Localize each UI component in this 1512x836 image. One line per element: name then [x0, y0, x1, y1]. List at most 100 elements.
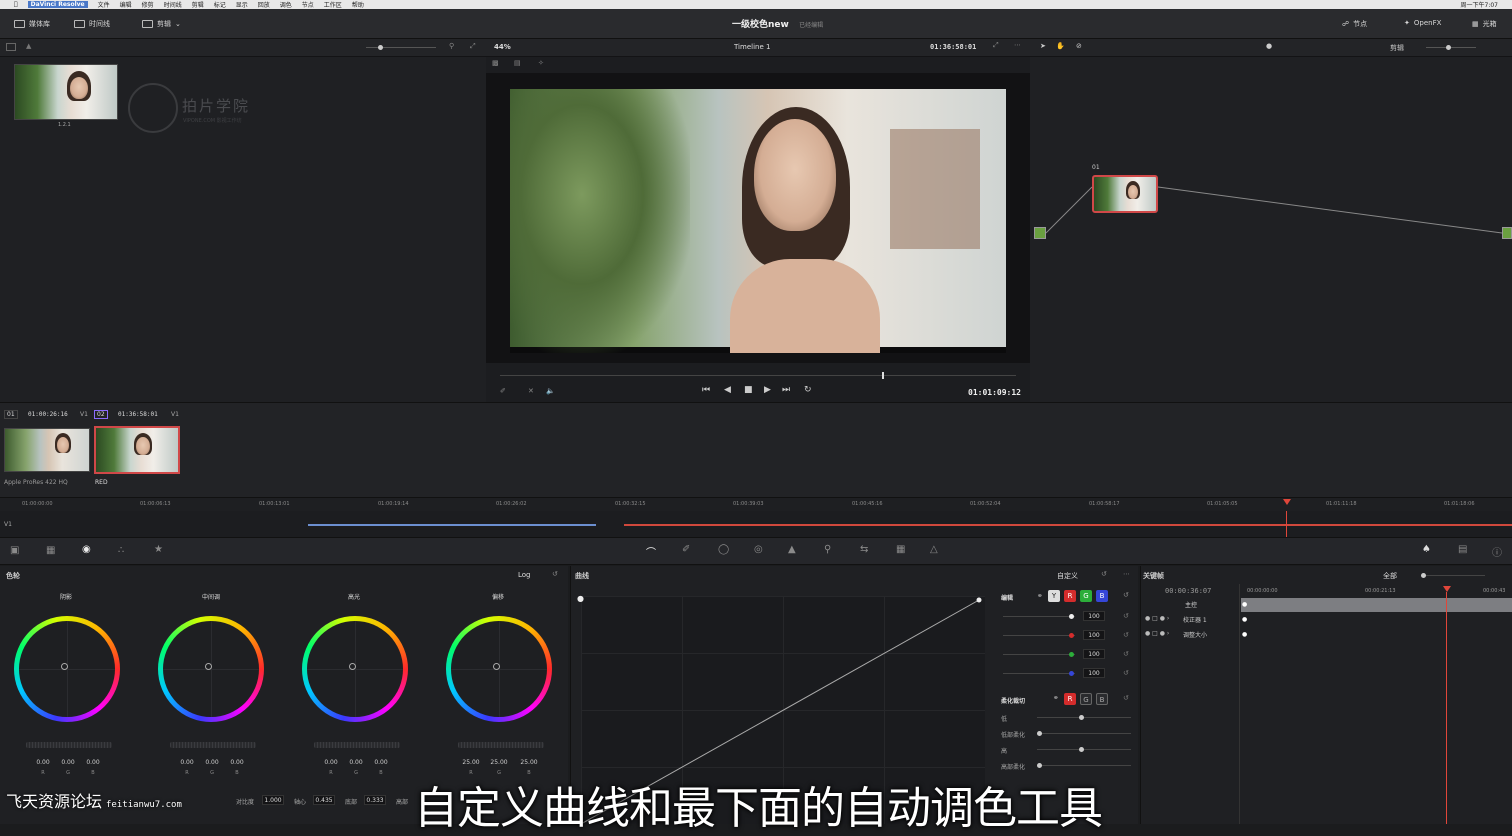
- soft-reset-icon[interactable]: ↺: [1123, 694, 1129, 702]
- thumb-size-slider[interactable]: [366, 45, 436, 50]
- sizing-icon[interactable]: ⇆: [860, 544, 868, 555]
- soft-r-button[interactable]: R: [1064, 693, 1076, 705]
- info-icon[interactable]: ⓘ: [1492, 544, 1502, 559]
- keyframe-dot[interactable]: ●: [1242, 616, 1247, 623]
- menu-mark[interactable]: 标记: [214, 0, 226, 9]
- split-icon[interactable]: ▤: [514, 59, 530, 69]
- more-icon[interactable]: ⋯: [1014, 41, 1021, 49]
- bypass-icon[interactable]: ⊘: [1076, 42, 1082, 50]
- midtones-wheel[interactable]: [158, 616, 264, 722]
- reset-g-icon[interactable]: ↺: [1123, 650, 1129, 658]
- node-mode[interactable]: 剪辑: [1390, 43, 1404, 53]
- output-node[interactable]: [1502, 227, 1512, 239]
- master-keyframe-track[interactable]: [1241, 598, 1512, 612]
- offset-wheel[interactable]: [446, 616, 552, 722]
- track-sizing-icons[interactable]: ● □ ● ›: [1145, 630, 1169, 637]
- menu-timeline[interactable]: 时间线: [164, 0, 182, 9]
- channel-y-button[interactable]: Y: [1048, 590, 1060, 602]
- menu-playback[interactable]: 回放: [258, 0, 270, 9]
- offset-r[interactable]: 25.00: [458, 759, 484, 766]
- curve-start-point[interactable]: ●: [577, 594, 584, 603]
- rgb-mixer-icon[interactable]: ∴: [118, 545, 124, 556]
- magic-wand-icon[interactable]: ✧: [538, 59, 544, 67]
- keyframe-dot[interactable]: ●: [1242, 601, 1247, 608]
- intensity-y-slider[interactable]: [1003, 614, 1075, 619]
- cross-icon[interactable]: ✕: [528, 387, 534, 395]
- keyframe-zoom-slider[interactable]: [1421, 573, 1485, 578]
- camera-raw-icon[interactable]: ▣: [10, 545, 19, 556]
- curves-reset-icon[interactable]: ↺: [1101, 570, 1107, 578]
- hand-icon[interactable]: ✋: [1056, 42, 1065, 50]
- channel-r-button[interactable]: R: [1064, 590, 1076, 602]
- curves-more-icon[interactable]: ⋯: [1123, 570, 1130, 578]
- soft-high-soft-slider[interactable]: [1037, 763, 1131, 768]
- offset-g[interactable]: 25.00: [486, 759, 512, 766]
- reset-r-icon[interactable]: ↺: [1123, 631, 1129, 639]
- corrector-node[interactable]: [1092, 175, 1158, 213]
- qualifier-icon[interactable]: ✐: [682, 544, 690, 555]
- edit-reset-icon[interactable]: ↺: [1123, 591, 1129, 599]
- play-icon[interactable]: ▶: [764, 385, 771, 395]
- intensity-b-field[interactable]: 100: [1083, 668, 1105, 678]
- link-icon[interactable]: ⚭: [1037, 592, 1043, 600]
- wipe-icon[interactable]: ▩: [492, 59, 508, 69]
- menu-help[interactable]: 帮助: [352, 0, 364, 9]
- apple-icon[interactable]: : [14, 1, 18, 8]
- gallery-view-icon[interactable]: [6, 43, 16, 51]
- app-menu[interactable]: DaVinci Resolve: [27, 1, 88, 8]
- menu-file[interactable]: 文件: [98, 0, 110, 9]
- intensity-b-slider[interactable]: [1003, 671, 1075, 676]
- speaker-icon[interactable]: 🔈: [546, 387, 555, 395]
- first-frame-icon[interactable]: ⏮: [702, 385, 710, 395]
- curves-mode-select[interactable]: 自定义: [1057, 571, 1078, 581]
- wheels-mode-select[interactable]: Log: [518, 571, 531, 579]
- nodes-button[interactable]: ☍ 节点: [1342, 19, 1367, 29]
- source-input-node[interactable]: [1034, 227, 1046, 239]
- window-icon[interactable]: ◯: [718, 544, 729, 555]
- key-icon[interactable]: ⚲: [824, 544, 831, 555]
- playhead-marker[interactable]: [1283, 499, 1291, 505]
- intensity-r-slider[interactable]: [1003, 633, 1075, 638]
- highlights-g[interactable]: 0.00: [345, 759, 367, 766]
- shadows-master-slider[interactable]: [26, 742, 112, 748]
- 3d-icon[interactable]: ▦: [896, 544, 905, 555]
- soft-low-slider[interactable]: [1037, 715, 1131, 720]
- lightbox-button[interactable]: ▦ 光箱: [1472, 19, 1497, 29]
- midtones-g[interactable]: 0.00: [201, 759, 223, 766]
- last-frame-icon[interactable]: ⏭: [782, 385, 790, 395]
- clip1-bar[interactable]: [308, 524, 596, 526]
- zoom-level[interactable]: 44%: [494, 43, 511, 51]
- keyframe-playhead-marker[interactable]: [1443, 586, 1451, 592]
- intensity-y-field[interactable]: 100: [1083, 611, 1105, 621]
- loop-icon[interactable]: ↻: [804, 385, 812, 395]
- soft-g-button[interactable]: G: [1080, 693, 1092, 705]
- reset-b-icon[interactable]: ↺: [1123, 669, 1129, 677]
- node-zoom-slider[interactable]: [1426, 45, 1476, 50]
- shadows-param-field[interactable]: 0.333: [364, 795, 386, 805]
- shadows-b[interactable]: 0.00: [82, 759, 104, 766]
- keyframe-icon[interactable]: △: [930, 544, 938, 555]
- midtones-r[interactable]: 0.00: [176, 759, 198, 766]
- mini-timeline-ruler[interactable]: 01:00:00:00 01:00:06:13 01:00:13:01 01:0…: [0, 497, 1512, 511]
- soft-b-button[interactable]: B: [1096, 693, 1108, 705]
- midtones-master-slider[interactable]: [170, 742, 256, 748]
- channel-g-button[interactable]: G: [1080, 590, 1092, 602]
- upload-icon[interactable]: ▲: [26, 42, 31, 50]
- pointer-icon[interactable]: ➤: [1040, 42, 1046, 50]
- menu-view[interactable]: 显示: [236, 0, 248, 9]
- menu-trim[interactable]: 修剪: [142, 0, 154, 9]
- clip2-thumbnail[interactable]: [94, 426, 180, 474]
- clips-button[interactable]: 剪辑 ⌄: [142, 19, 181, 29]
- offset-b[interactable]: 25.00: [516, 759, 542, 766]
- highlights-b[interactable]: 0.00: [370, 759, 392, 766]
- play-reverse-icon[interactable]: ◀: [724, 385, 731, 395]
- fullscreen-icon[interactable]: ⤢: [993, 41, 999, 50]
- intensity-g-slider[interactable]: [1003, 652, 1075, 657]
- motion-effects-icon[interactable]: ★: [154, 544, 163, 555]
- channel-b-button[interactable]: B: [1096, 590, 1108, 602]
- menu-color[interactable]: 调色: [280, 0, 292, 9]
- color-match-icon[interactable]: ▦: [46, 545, 55, 556]
- expand-icon[interactable]: ⤢: [470, 42, 476, 51]
- tracker-icon[interactable]: ◎: [754, 544, 763, 555]
- shadows-g[interactable]: 0.00: [57, 759, 79, 766]
